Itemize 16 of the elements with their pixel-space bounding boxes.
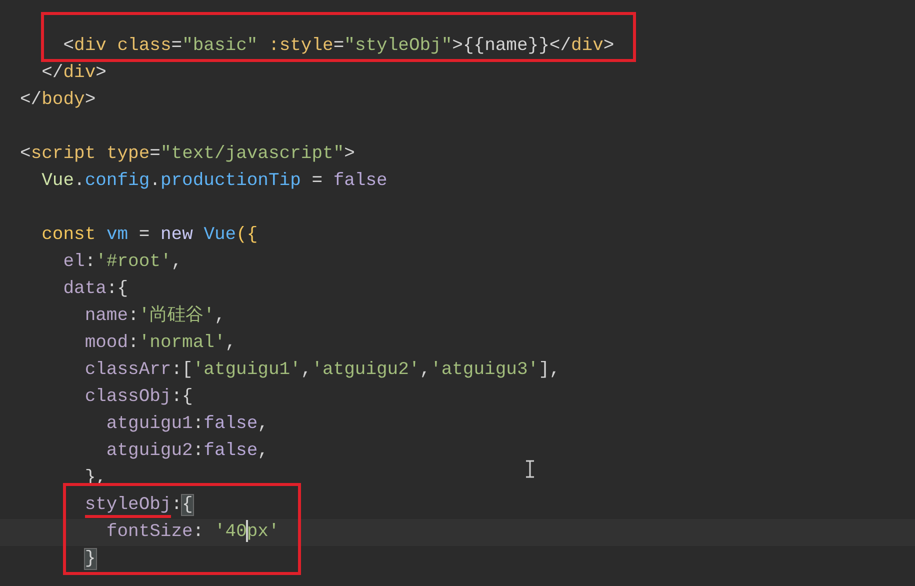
code-line: name:'尚硅谷',	[84, 306, 226, 326]
code-line: atguigu1:false,	[105, 414, 268, 434]
code-line: classArr:['atguigu1','atguigu2','atguigu3'],	[84, 360, 560, 380]
code-line: data:{	[62, 279, 128, 299]
code-line: fontSize: '40px'	[105, 522, 280, 542]
code-line: mood:'normal',	[84, 333, 236, 353]
code-line: atguigu2:false,	[105, 441, 268, 461]
code-line: </body>	[20, 90, 96, 110]
code-line: classObj:{	[84, 387, 193, 407]
text-cursor-icon	[525, 460, 535, 478]
code-line: const vm = new Vue({	[40, 225, 258, 245]
code-line: el:'#root',	[62, 252, 182, 272]
code-line: <script type="text/javascript">	[20, 144, 355, 164]
code-line: </div>	[40, 63, 106, 83]
code-line: <div class="basic" :style="styleObj">{{name}}</div>	[62, 36, 614, 56]
code-line: Vue.config.productionTip = false	[40, 171, 388, 191]
